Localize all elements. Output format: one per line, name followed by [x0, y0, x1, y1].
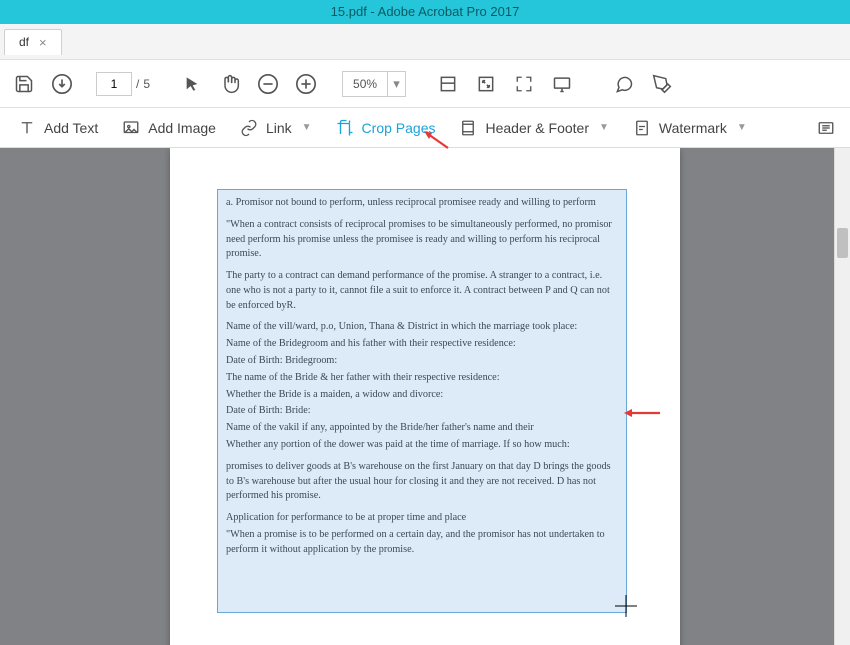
page-separator: /	[136, 77, 139, 91]
crop-icon	[336, 119, 354, 137]
watermark-label: Watermark	[659, 120, 727, 136]
link-icon	[240, 119, 258, 137]
doc-text: "When a promise is to be performed on a …	[226, 528, 618, 558]
add-image-button[interactable]: Add Image	[112, 114, 226, 142]
page-navigator: / 5	[96, 72, 150, 96]
hand-tool-icon[interactable]	[214, 68, 246, 100]
doc-text: Whether any portion of the dower was pai…	[226, 438, 618, 453]
scrollbar-thumb[interactable]	[837, 228, 848, 258]
chevron-down-icon[interactable]: ▼	[302, 122, 312, 133]
comment-icon[interactable]	[608, 68, 640, 100]
header-footer-icon	[459, 119, 477, 137]
watermark-button[interactable]: Watermark ▼	[623, 114, 757, 142]
vertical-scrollbar[interactable]	[834, 148, 850, 645]
doc-text: a. Promisor not bound to perform, unless…	[226, 196, 618, 211]
doc-text: Date of Birth: Bridegroom:	[226, 354, 618, 369]
doc-text: The name of the Bride & her father with …	[226, 371, 618, 386]
crop-selection-box[interactable]: a. Promisor not bound to perform, unless…	[217, 189, 627, 613]
doc-text: The party to a contract can demand perfo…	[226, 269, 618, 313]
download-circle-icon[interactable]	[46, 68, 78, 100]
chevron-down-icon[interactable]: ▾	[387, 72, 405, 96]
document-tab-bar: df ×	[0, 24, 850, 60]
header-footer-button[interactable]: Header & Footer ▼	[449, 114, 618, 142]
doc-text: Name of the Bridegroom and his father wi…	[226, 337, 618, 352]
highlight-icon[interactable]	[646, 68, 678, 100]
chevron-down-icon[interactable]: ▼	[599, 122, 609, 133]
link-button[interactable]: Link ▼	[230, 114, 322, 142]
zoom-in-icon[interactable]	[290, 68, 322, 100]
document-viewport[interactable]: a. Promisor not bound to perform, unless…	[0, 148, 850, 645]
fullscreen-icon[interactable]	[508, 68, 540, 100]
fit-width-icon[interactable]	[432, 68, 464, 100]
doc-text: promises to deliver goods at B's warehou…	[226, 460, 618, 504]
add-text-label: Add Text	[44, 120, 98, 136]
doc-text: Whether the Bride is a maiden, a widow a…	[226, 388, 618, 403]
page-total: 5	[143, 77, 150, 91]
window-titlebar: 15.pdf - Adobe Acrobat Pro 2017	[0, 0, 850, 24]
pdf-page[interactable]: a. Promisor not bound to perform, unless…	[170, 148, 680, 645]
crop-pages-label: Crop Pages	[362, 120, 436, 136]
document-tab-label: df	[19, 35, 29, 49]
doc-text: Date of Birth: Bride:	[226, 404, 618, 419]
text-icon	[18, 119, 36, 137]
add-text-button[interactable]: Add Text	[8, 114, 108, 142]
doc-text: Name of the vill/ward, p.o, Union, Thana…	[226, 320, 618, 335]
page-number-input[interactable]	[96, 72, 132, 96]
selection-tool-icon[interactable]	[176, 68, 208, 100]
zoom-out-icon[interactable]	[252, 68, 284, 100]
read-mode-icon[interactable]	[546, 68, 578, 100]
doc-text: Application for performance to be at pro…	[226, 511, 618, 526]
close-tab-icon[interactable]: ×	[39, 35, 47, 50]
doc-text: "When a contract consists of reciprocal …	[226, 218, 618, 262]
document-tab[interactable]: df ×	[4, 29, 62, 55]
main-toolbar: / 5 50% ▾	[0, 60, 850, 108]
zoom-level-select[interactable]: 50% ▾	[342, 71, 406, 97]
link-label: Link	[266, 120, 292, 136]
crop-pages-button[interactable]: Crop Pages	[326, 114, 446, 142]
watermark-icon	[633, 119, 651, 137]
image-icon	[122, 119, 140, 137]
fit-page-icon[interactable]	[470, 68, 502, 100]
add-image-label: Add Image	[148, 120, 216, 136]
doc-text: Name of the vakil if any, appointed by t…	[226, 421, 618, 436]
more-tools-icon[interactable]	[810, 112, 842, 144]
save-icon[interactable]	[8, 68, 40, 100]
zoom-level-value: 50%	[343, 77, 387, 91]
chevron-down-icon[interactable]: ▼	[737, 122, 747, 133]
header-footer-label: Header & Footer	[485, 120, 589, 136]
edit-toolbar: Add Text Add Image Link ▼ Crop Pages Hea…	[0, 108, 850, 148]
